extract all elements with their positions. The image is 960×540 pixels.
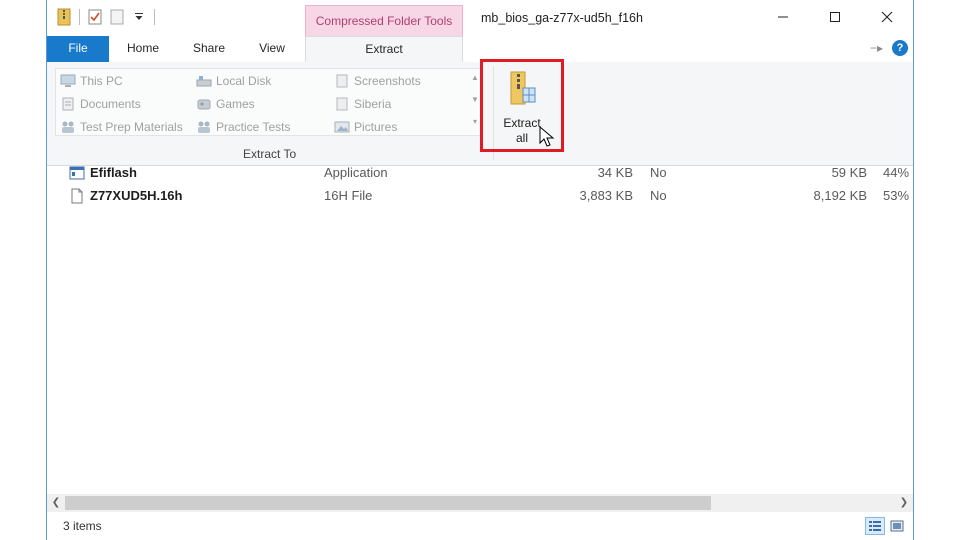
file-ratio: 53%: [883, 188, 910, 203]
details-view-button[interactable]: [865, 517, 885, 535]
file-password-protected: No: [650, 165, 667, 180]
destination-label: Documents: [80, 97, 141, 111]
qat-separator: [79, 9, 80, 25]
qat-separator: [154, 9, 155, 25]
file-compressed-size: 34 KB: [597, 165, 633, 180]
file-size: 8,192 KB: [813, 188, 868, 203]
title-bar: Compressed Folder Tools mb_bios_ga-z77x-…: [47, 0, 913, 36]
window-controls: [757, 0, 913, 34]
pc-icon: [60, 74, 76, 88]
minimize-icon: [778, 16, 788, 18]
folder-icon: [334, 74, 350, 88]
item-count: 3 items: [63, 519, 102, 533]
minimize-button[interactable]: [757, 0, 809, 34]
details-view-icon: [869, 521, 881, 531]
scrollbar-thumb[interactable]: [65, 496, 711, 510]
window-title: mb_bios_ga-z77x-ud5h_f16h: [481, 11, 643, 25]
file-password-protected: No: [650, 188, 667, 203]
destination-screenshots[interactable]: Screenshots: [334, 71, 421, 91]
quick-access-toolbar: [55, 6, 157, 28]
user-folder-icon: [196, 120, 212, 134]
mouse-cursor-icon: [539, 126, 555, 147]
destination-pictures[interactable]: Pictures: [334, 117, 397, 137]
destination-label: Practice Tests: [216, 120, 291, 134]
tab-home[interactable]: Home: [113, 36, 173, 62]
drive-icon: [196, 74, 212, 88]
compressed-folder-tools-label: Compressed Folder Tools: [305, 5, 463, 36]
file-name: Z77XUD5H.16h: [90, 188, 183, 203]
maximize-button[interactable]: [809, 0, 861, 34]
file-list: Efiflash Application 34 KB No 59 KB 44% …: [47, 165, 913, 492]
zip-folder-icon: [55, 7, 73, 27]
horizontal-scrollbar[interactable]: ❮ ❯: [47, 494, 913, 512]
games-icon: [196, 97, 212, 111]
user-folder-icon: [60, 120, 76, 134]
tab-share[interactable]: Share: [177, 36, 241, 62]
scroll-right-icon[interactable]: ❯: [895, 494, 913, 512]
destination-practice-tests[interactable]: Practice Tests: [196, 117, 290, 137]
file-icon: [69, 188, 85, 204]
properties-icon[interactable]: [86, 7, 104, 27]
help-icon[interactable]: ?: [892, 40, 908, 56]
destination-documents[interactable]: Documents: [60, 94, 141, 114]
pictures-icon: [334, 120, 350, 134]
destination-label: Games: [216, 97, 255, 111]
destination-this-pc[interactable]: This PC: [60, 71, 123, 91]
new-folder-icon[interactable]: [108, 7, 126, 27]
file-name: Efiflash: [90, 165, 137, 180]
application-icon: [69, 165, 85, 181]
close-icon: [881, 11, 893, 23]
extract-to-group-label: Extract To: [243, 147, 297, 161]
destination-label: This PC: [80, 74, 123, 88]
maximize-icon: [830, 12, 840, 22]
large-icons-view-button[interactable]: [887, 517, 907, 535]
file-explorer-window: Compressed Folder Tools mb_bios_ga-z77x-…: [46, 0, 914, 540]
file-row-z77xud5h[interactable]: Z77XUD5H.16h 16H File 3,883 KB No 8,192 …: [47, 185, 913, 207]
scroll-left-icon[interactable]: ❮: [47, 494, 65, 512]
file-type: Application: [324, 165, 388, 180]
extract-to-gallery: This PC Documents Test Prep Materials Lo…: [55, 68, 483, 136]
large-icons-view-icon: [890, 520, 904, 532]
destination-siberia[interactable]: Siberia: [334, 94, 391, 114]
tab-view[interactable]: View: [245, 36, 299, 62]
destination-local-disk[interactable]: Local Disk: [196, 71, 271, 91]
close-button[interactable]: [861, 0, 913, 34]
folder-icon: [334, 97, 350, 111]
file-type: 16H File: [324, 188, 373, 203]
destination-label: Pictures: [354, 120, 398, 134]
documents-icon: [60, 97, 76, 111]
destination-label: Screenshots: [354, 74, 421, 88]
tab-file[interactable]: File: [47, 36, 109, 62]
destination-label: Test Prep Materials: [80, 120, 183, 134]
tab-extract[interactable]: Extract: [305, 36, 463, 63]
file-row-efiflash[interactable]: Efiflash Application 34 KB No 59 KB 44%: [47, 162, 913, 184]
pin-ribbon-icon[interactable]: −▸: [870, 41, 883, 55]
file-compressed-size: 3,883 KB: [579, 188, 634, 203]
file-size: 59 KB: [831, 165, 867, 180]
destination-label: Local Disk: [216, 74, 272, 88]
destination-test-prep-materials[interactable]: Test Prep Materials: [60, 117, 183, 137]
file-ratio: 44%: [883, 165, 910, 180]
destination-games[interactable]: Games: [196, 94, 255, 114]
customize-qat-icon[interactable]: [130, 7, 148, 27]
destination-label: Siberia: [354, 97, 392, 111]
status-bar: 3 items: [47, 512, 913, 540]
